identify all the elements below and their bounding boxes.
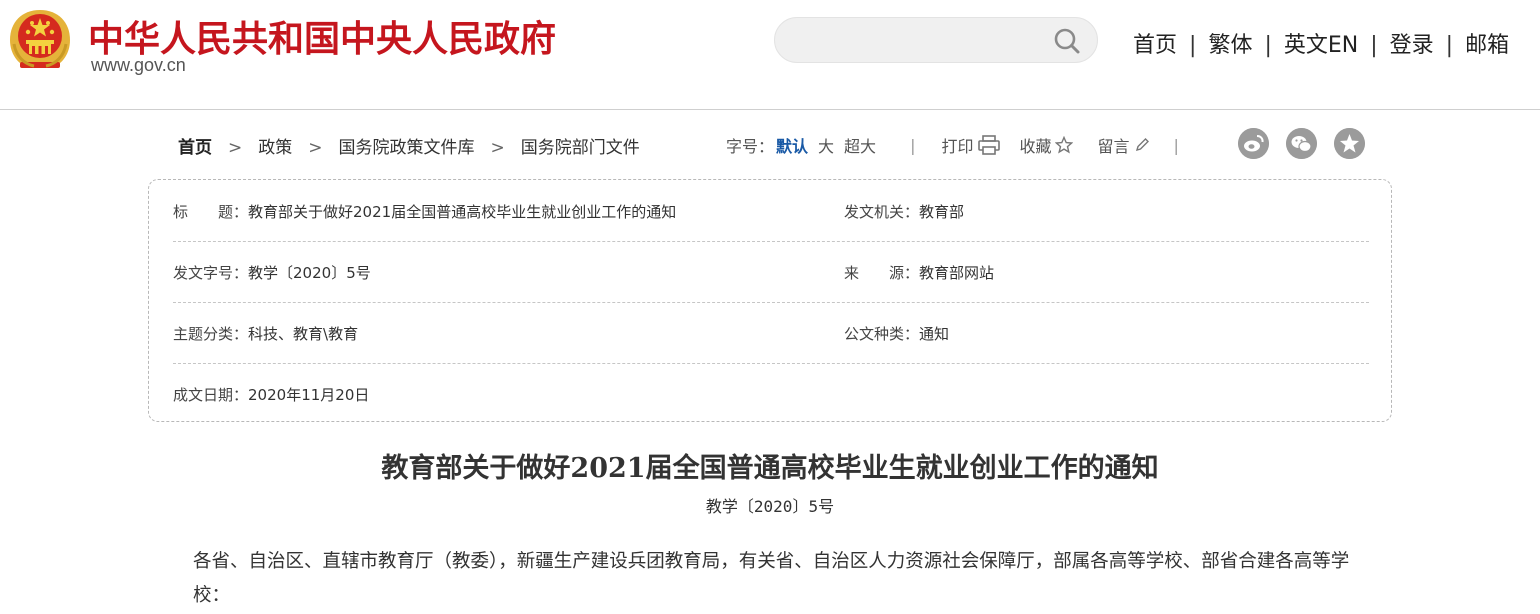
article-salutation: 各省、自治区、直辖市教育厅（教委），新疆生产建设兵团教育局，有关省、自治区人力资… — [193, 551, 1350, 606]
date-value: 2020年11月20日 — [248, 386, 370, 404]
site-header: 中华人民共和国中央人民政府 www.gov.cn 首页 | 繁体 | 英文EN | 登录 | 邮… — [0, 0, 1540, 110]
top-nav: 首页 | 繁体 | 英文EN | 登录 | 邮箱 — [1133, 27, 1509, 59]
search-icon[interactable] — [1052, 26, 1082, 56]
wechat-icon[interactable] — [1286, 128, 1317, 159]
issuer-value: 教育部 — [919, 203, 965, 221]
doc-number-value: 教学〔2020〕5号 — [248, 264, 371, 282]
pencil-icon[interactable] — [1134, 137, 1150, 153]
site-domain: www.gov.cn — [91, 55, 186, 75]
document-info-box: 标 题：教育部关于做好2021届全国普通高校毕业生就业创业工作的通知 发文机关：… — [148, 179, 1392, 422]
nav-separator: | — [1189, 33, 1197, 58]
qzone-icon[interactable] — [1334, 128, 1365, 159]
print-label[interactable]: 打印 — [941, 133, 973, 157]
chevron-right-icon: > — [308, 138, 323, 158]
search-input[interactable] — [795, 26, 1049, 56]
info-row: 标 题：教育部关于做好2021届全国普通高校毕业生就业创业工作的通知 发文机关：… — [173, 180, 1369, 242]
article-doc-number: 教学〔2020〕5号 — [705, 497, 835, 516]
breadcrumb-policy[interactable]: 政策 — [258, 138, 292, 158]
star-outline-icon[interactable] — [1055, 136, 1074, 154]
nav-english[interactable]: 英文EN — [1284, 33, 1358, 58]
issuer-label: 发文机关： — [844, 203, 920, 221]
breadcrumb-department-docs[interactable]: 国务院部门文件 — [521, 138, 640, 158]
tools-separator: | — [910, 135, 916, 155]
nav-mail[interactable]: 邮箱 — [1465, 33, 1509, 58]
info-row: 发文字号：教学〔2020〕5号 来 源：教育部网站 — [173, 241, 1369, 303]
chevron-right-icon: > — [490, 138, 505, 158]
source-value: 教育部网站 — [919, 264, 995, 282]
breadcrumb-policy-library[interactable]: 国务院政策文件库 — [339, 138, 475, 158]
tools-separator: | — [1173, 135, 1179, 155]
date-label: 成文日期： — [173, 386, 249, 404]
doc-number-label: 发文字号： — [173, 264, 249, 282]
comment-label[interactable]: 留言 — [1097, 133, 1129, 157]
weibo-icon[interactable] — [1238, 128, 1269, 159]
font-size-label: 字号： — [726, 137, 775, 156]
topic-label: 主题分类： — [173, 325, 249, 343]
nav-separator: | — [1445, 33, 1454, 58]
nav-login[interactable]: 登录 — [1390, 33, 1434, 58]
breadcrumb-home[interactable]: 首页 — [178, 138, 212, 158]
info-row: 主题分类：科技、教育\教育 公文种类：通知 — [173, 302, 1369, 364]
favorite-label[interactable]: 收藏 — [1019, 133, 1051, 157]
nav-traditional[interactable]: 繁体 — [1208, 33, 1252, 58]
national-emblem-icon[interactable] — [8, 8, 72, 74]
font-size-large[interactable]: 大 — [818, 133, 834, 157]
nav-home[interactable]: 首页 — [1133, 33, 1177, 58]
article-tools: 字号： 默认 大 超大 | 打印 收藏 留言 | — [726, 133, 1179, 157]
doc-type-label: 公文种类： — [844, 325, 920, 343]
nav-separator: | — [1264, 33, 1272, 58]
chevron-right-icon: > — [228, 138, 243, 158]
printer-icon[interactable] — [977, 134, 1001, 156]
title-value: 教育部关于做好2021届全国普通高校毕业生就业创业工作的通知 — [248, 203, 677, 221]
topic-value: 科技、教育\教育 — [248, 325, 359, 343]
source-label: 来 源： — [844, 264, 920, 282]
breadcrumb: 首页 > 政策 > 国务院政策文件库 > 国务院部门文件 — [178, 133, 640, 158]
info-row: 成文日期：2020年11月20日 — [173, 363, 1369, 424]
search-box — [774, 17, 1098, 63]
font-size-default[interactable]: 默认 — [776, 133, 808, 157]
doc-type-value: 通知 — [919, 325, 950, 343]
title-label: 标 题： — [173, 203, 249, 221]
article-title: 教育部关于做好2021届全国普通高校毕业生就业创业工作的通知 — [381, 453, 1159, 484]
nav-separator: | — [1370, 33, 1378, 58]
font-size-xlarge[interactable]: 超大 — [844, 133, 876, 157]
